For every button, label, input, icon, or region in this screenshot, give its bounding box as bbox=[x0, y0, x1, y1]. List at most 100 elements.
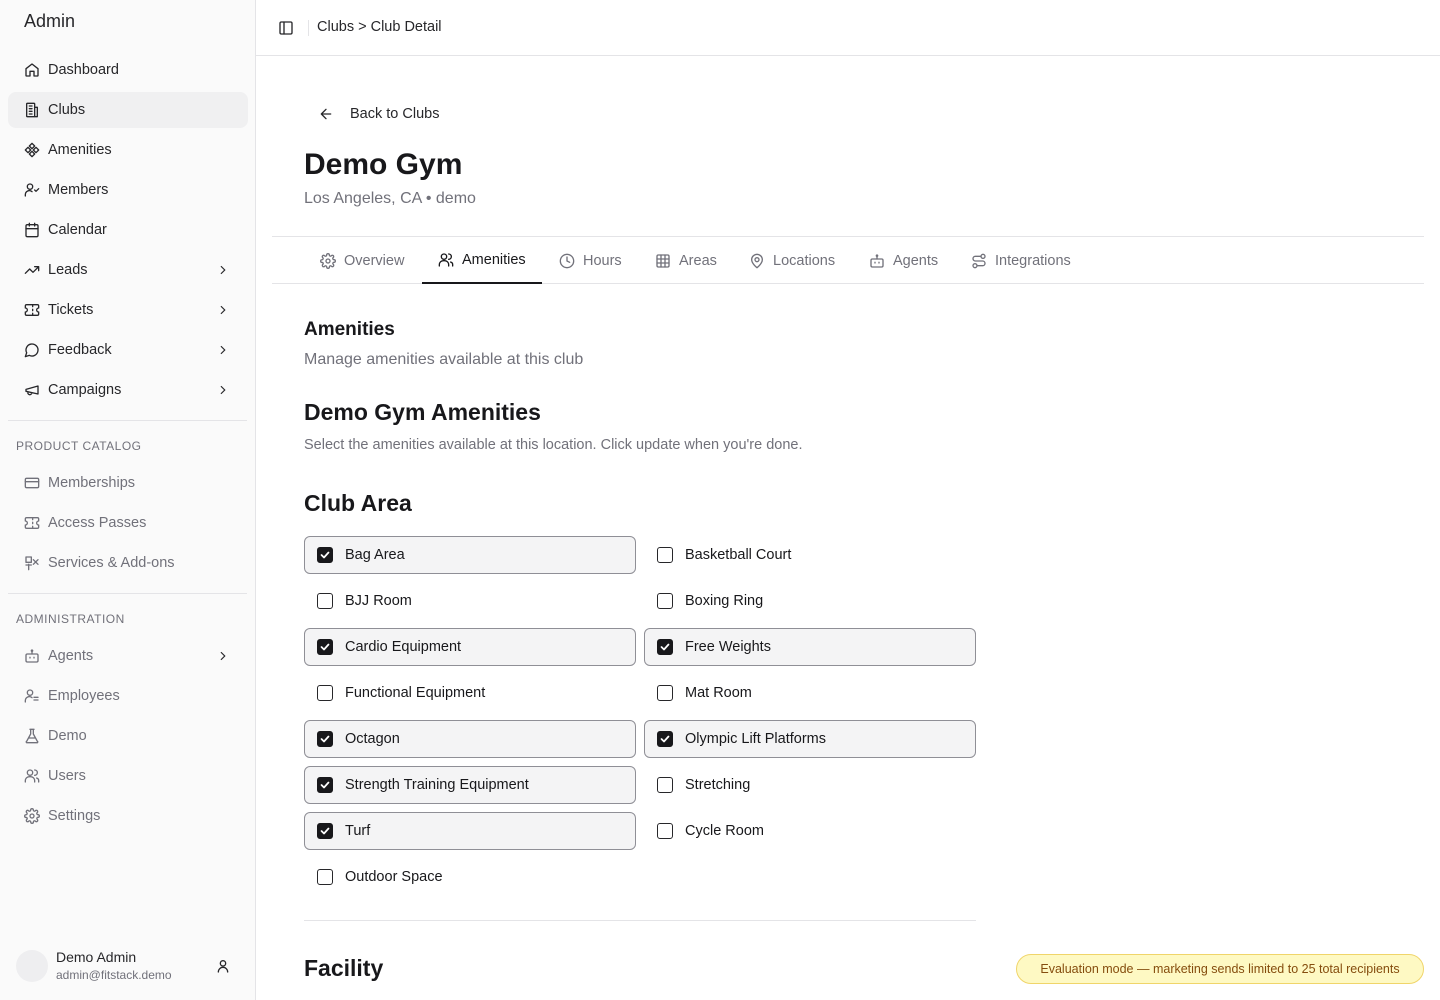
clock-icon bbox=[559, 253, 575, 268]
sidebar-item-memberships[interactable]: Memberships bbox=[8, 465, 248, 501]
amenity-label: Octagon bbox=[345, 731, 400, 747]
checkbox-checked[interactable] bbox=[657, 639, 673, 655]
back-button[interactable]: Back to Clubs bbox=[304, 98, 439, 130]
page-subtitle: Los Angeles, CA • demo bbox=[304, 190, 476, 207]
sidebar-item-label: Agents bbox=[48, 648, 94, 664]
gear-icon bbox=[24, 808, 40, 824]
sidebar-item-access-passes[interactable]: Access Passes bbox=[8, 505, 248, 541]
tab-amenities[interactable]: Amenities bbox=[422, 237, 542, 284]
grid-icon bbox=[656, 253, 670, 268]
amenity-checkbox-item[interactable]: Boxing Ring bbox=[644, 582, 976, 620]
amenity-label: Cardio Equipment bbox=[345, 639, 462, 655]
sidebar-item-label: Members bbox=[48, 182, 109, 198]
sidebar-item-feedback[interactable]: Feedback bbox=[8, 332, 248, 368]
avatar bbox=[16, 950, 48, 982]
checkbox-checked[interactable] bbox=[317, 547, 333, 563]
amenity-checkbox-item[interactable]: Strength Training Equipment bbox=[304, 766, 636, 804]
sidebar-item-settings[interactable]: Settings bbox=[8, 798, 248, 834]
chevron-right-icon bbox=[220, 345, 226, 355]
checkbox-unchecked[interactable] bbox=[317, 869, 333, 885]
amenity-checkbox-item[interactable]: Stretching bbox=[644, 766, 976, 804]
sidebar-item-label: Memberships bbox=[48, 475, 136, 491]
sidebar-item-tickets[interactable]: Tickets bbox=[8, 292, 248, 328]
check-icon bbox=[320, 781, 330, 789]
amenity-label: Cycle Room bbox=[685, 823, 764, 839]
amenity-checkbox-item[interactable]: Octagon bbox=[304, 720, 636, 758]
ticket-icon bbox=[24, 302, 40, 318]
amenity-checkbox-item[interactable]: Free Weights bbox=[644, 628, 976, 666]
amenity-checkbox-item[interactable]: Turf bbox=[304, 812, 636, 850]
amenity-checkbox-item[interactable]: Cycle Room bbox=[644, 812, 976, 850]
user-icon[interactable] bbox=[215, 958, 231, 974]
tab-label: Integrations bbox=[995, 252, 1071, 269]
amenity-checkbox-item[interactable]: Bag Area bbox=[304, 536, 636, 574]
breadcrumb[interactable]: Clubs > Club Detail bbox=[317, 19, 442, 35]
sidebar-item-leads[interactable]: Leads bbox=[8, 252, 248, 288]
user-menu[interactable]: Demo Admin admin@fitstack.demo bbox=[16, 946, 240, 986]
checkbox-checked[interactable] bbox=[317, 777, 333, 793]
checkbox-unchecked[interactable] bbox=[657, 547, 673, 563]
amenity-checkbox-item[interactable]: Basketball Court bbox=[644, 536, 976, 574]
bot-icon bbox=[870, 253, 884, 268]
checkbox-checked[interactable] bbox=[317, 639, 333, 655]
sidebar-item-label: Campaigns bbox=[48, 382, 122, 398]
app-title: Admin bbox=[24, 11, 76, 31]
checkbox-unchecked[interactable] bbox=[657, 823, 673, 839]
checkbox-unchecked[interactable] bbox=[657, 593, 673, 609]
amenity-checkbox-item[interactable]: Mat Room bbox=[644, 674, 976, 712]
facility-title: Facility bbox=[304, 955, 384, 981]
tab-hours[interactable]: Hours bbox=[543, 237, 638, 284]
amenity-checkbox-item[interactable]: BJJ Room bbox=[304, 582, 636, 620]
sidebar-item-demo[interactable]: Demo bbox=[8, 718, 248, 754]
sidebar-item-clubs[interactable]: Clubs bbox=[8, 92, 248, 128]
amenities-heading: Demo Gym Amenities bbox=[304, 399, 541, 425]
amenity-label: Stretching bbox=[685, 777, 751, 793]
sidebar-item-users[interactable]: Users bbox=[8, 758, 248, 794]
checkbox-unchecked[interactable] bbox=[657, 685, 673, 701]
tab-areas[interactable]: Areas bbox=[639, 237, 733, 284]
sidebar-item-label: Leads bbox=[48, 262, 88, 278]
chevron-right-icon bbox=[220, 385, 226, 395]
check-icon bbox=[320, 827, 330, 835]
sidebar-item-campaigns[interactable]: Campaigns bbox=[8, 372, 248, 408]
amenity-checkbox-item[interactable]: Olympic Lift Platforms bbox=[644, 720, 976, 758]
sidebar-item-employees[interactable]: Employees bbox=[8, 678, 248, 714]
sidebar-item-agents[interactable]: Agents bbox=[8, 638, 248, 674]
checkbox-checked[interactable] bbox=[317, 823, 333, 839]
amenity-label: BJJ Room bbox=[345, 593, 412, 609]
tab-locations[interactable]: Locations bbox=[733, 237, 851, 284]
section-title: Amenities bbox=[304, 319, 395, 340]
amenity-checkbox-item[interactable]: Outdoor Space bbox=[304, 858, 636, 896]
amenity-label: Outdoor Space bbox=[345, 869, 443, 885]
checkbox-checked[interactable] bbox=[317, 731, 333, 747]
checkbox-unchecked[interactable] bbox=[317, 685, 333, 701]
section-label-administration: ADMINISTRATION bbox=[16, 612, 125, 626]
calendar-icon bbox=[24, 222, 40, 238]
tab-overview[interactable]: Overview bbox=[304, 237, 420, 284]
amenity-label: Functional Equipment bbox=[345, 685, 486, 701]
sidebar-toggle-icon[interactable] bbox=[278, 20, 294, 36]
amenity-label: Boxing Ring bbox=[685, 593, 764, 609]
sidebar-item-label: Clubs bbox=[48, 102, 86, 118]
sidebar-item-calendar[interactable]: Calendar bbox=[8, 212, 248, 248]
employees-icon bbox=[24, 688, 40, 704]
checkbox-unchecked[interactable] bbox=[317, 593, 333, 609]
tab-bar: Overview Amenities Hours Areas Locations… bbox=[272, 236, 1424, 284]
sidebar-item-amenities[interactable]: Amenities bbox=[8, 132, 248, 168]
checkbox-unchecked[interactable] bbox=[657, 777, 673, 793]
tab-agents[interactable]: Agents bbox=[853, 237, 954, 284]
sidebar-item-dashboard[interactable]: Dashboard bbox=[8, 52, 248, 88]
club-area-title: Club Area bbox=[304, 490, 412, 516]
sidebar-item-services-addons[interactable]: Services & Add-ons bbox=[8, 545, 248, 581]
arrow-left-icon bbox=[320, 108, 332, 120]
sidebar-item-members[interactable]: Members bbox=[8, 172, 248, 208]
amenities-icon bbox=[24, 142, 40, 158]
tab-integrations[interactable]: Integrations bbox=[955, 237, 1087, 284]
flask-icon bbox=[24, 728, 40, 744]
topbar-divider bbox=[308, 20, 309, 36]
users-icon bbox=[438, 252, 454, 267]
amenity-checkbox-item[interactable]: Cardio Equipment bbox=[304, 628, 636, 666]
section-divider bbox=[304, 920, 976, 921]
amenity-checkbox-item[interactable]: Functional Equipment bbox=[304, 674, 636, 712]
checkbox-checked[interactable] bbox=[657, 731, 673, 747]
